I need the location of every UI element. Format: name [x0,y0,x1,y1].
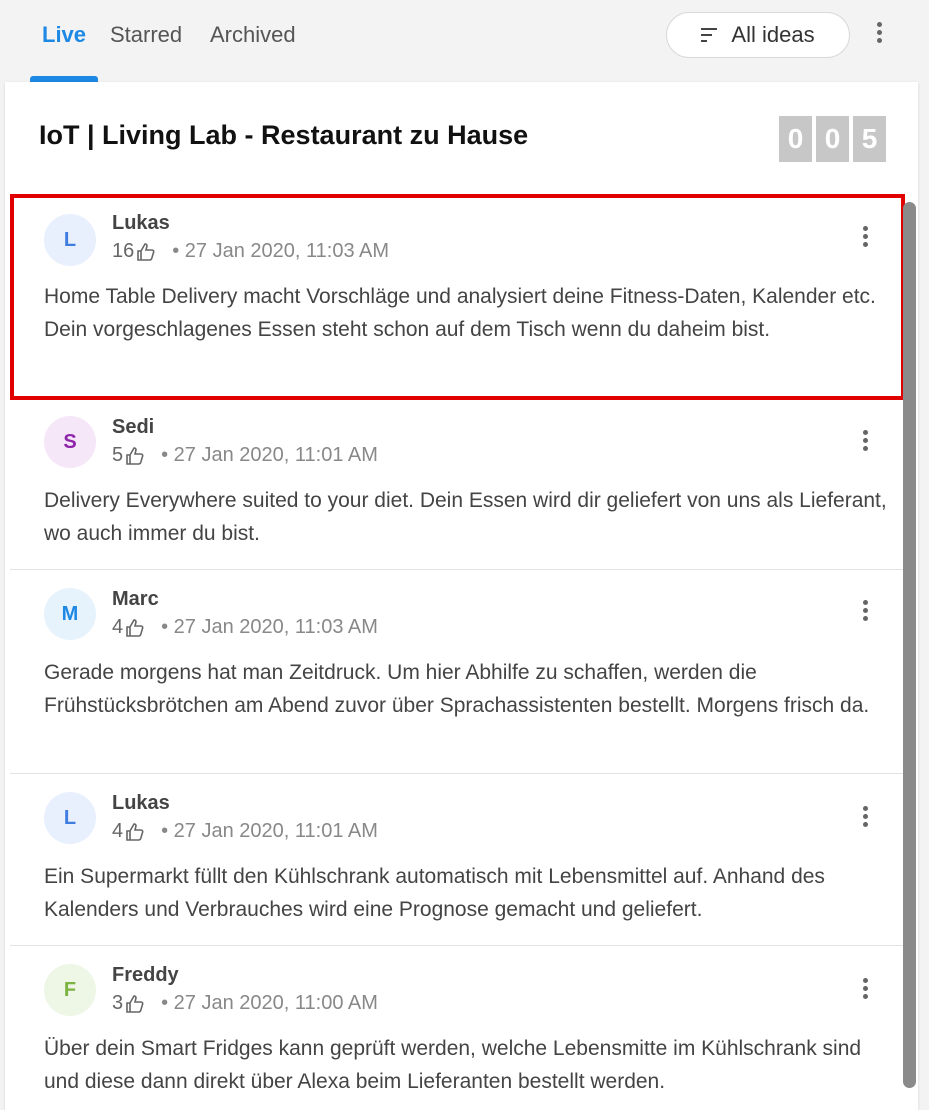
idea-item[interactable]: S Sedi 5 • 27 Jan 2020, 11:01 AM Deliver… [10,400,905,570]
idea-options-icon[interactable] [858,600,872,630]
idea-author: Lukas [112,212,170,234]
avatar: S [44,416,96,468]
thumbs-up-icon[interactable] [125,994,145,1014]
idea-options-icon[interactable] [858,978,872,1008]
avatar: M [44,588,96,640]
idea-meta: 4 • 27 Jan 2020, 11:03 AM [112,616,378,639]
avatar: L [44,214,96,266]
avatar: L [44,792,96,844]
idea-item[interactable]: F Freddy 3 • 27 Jan 2020, 11:00 AM Über … [10,946,905,1110]
thumbs-up-icon[interactable] [125,446,145,466]
avatar-initial: L [63,806,77,829]
idea-text: Über dein Smart Fridges kann geprüft wer… [44,1037,862,1093]
counter-digit: 0 [816,116,849,162]
idea-author: Marc [112,588,159,610]
idea-date: • 27 Jan 2020, 11:00 AM [161,992,378,1014]
avatar-initial: S [63,430,77,453]
filter-ideas-button[interactable]: All ideas [666,12,850,58]
idea-counter: 0 0 5 [779,116,886,162]
idea-text: Gerade morgens hat man Zeitdruck. Um hie… [44,661,870,717]
idea-meta: 3 • 27 Jan 2020, 11:00 AM [112,992,378,1015]
avatar-initial: F [63,978,77,1001]
idea-meta: 4 • 27 Jan 2020, 11:01 AM [112,820,378,843]
tab-starred[interactable]: Starred [110,22,182,48]
counter-digit: 0 [779,116,812,162]
idea-meta: 5 • 27 Jan 2020, 11:01 AM [112,444,378,467]
tab-archived[interactable]: Archived [210,22,296,48]
more-options-icon[interactable] [866,22,892,56]
idea-text: Home Table Delivery macht Vorschläge und… [44,285,876,341]
thumbs-up-icon[interactable] [125,822,145,842]
idea-date: • 27 Jan 2020, 11:03 AM [172,240,390,262]
like-count: 5 [112,444,124,466]
idea-board-card: IoT | Living Lab - Restaurant zu Hause 0… [5,82,918,1110]
thumbs-up-icon[interactable] [125,618,145,638]
like-count: 16 [112,240,135,262]
idea-item[interactable]: L Lukas 4 • 27 Jan 2020, 11:01 AM Ein Su… [10,774,905,946]
thumbs-up-icon[interactable] [136,242,156,262]
idea-meta: 16 • 27 Jan 2020, 11:03 AM [112,240,389,263]
idea-text: Delivery Everywhere suited to your diet.… [44,489,887,545]
filter-label: All ideas [731,22,815,47]
idea-author: Lukas [112,792,170,814]
idea-date: • 27 Jan 2020, 11:03 AM [161,616,378,638]
tab-bar: Live Starred Archived All ideas [0,0,929,82]
idea-options-icon[interactable] [858,226,872,256]
idea-options-icon[interactable] [858,430,872,460]
idea-author: Sedi [112,416,155,438]
avatar-initial: M [61,602,79,625]
sort-lines-icon [701,28,718,42]
counter-digit: 5 [853,116,886,162]
tab-live[interactable]: Live [42,22,86,48]
idea-text: Ein Supermarkt füllt den Kühlschrank aut… [44,865,825,921]
idea-date: • 27 Jan 2020, 11:01 AM [161,444,378,466]
idea-options-icon[interactable] [858,806,872,836]
board-title: IoT | Living Lab - Restaurant zu Hause [39,120,529,150]
scrollbar-thumb[interactable] [903,202,916,1088]
avatar: F [44,964,96,1016]
like-count: 4 [112,616,124,638]
idea-item[interactable]: L Lukas 16 • 27 Jan 2020, 11:03 AM Home … [10,194,905,400]
idea-author: Freddy [112,964,179,986]
idea-date: • 27 Jan 2020, 11:01 AM [161,820,378,842]
like-count: 3 [112,992,124,1014]
like-count: 4 [112,820,124,842]
avatar-initial: L [63,228,77,251]
idea-item[interactable]: M Marc 4 • 27 Jan 2020, 11:03 AM Gerade … [10,570,905,774]
